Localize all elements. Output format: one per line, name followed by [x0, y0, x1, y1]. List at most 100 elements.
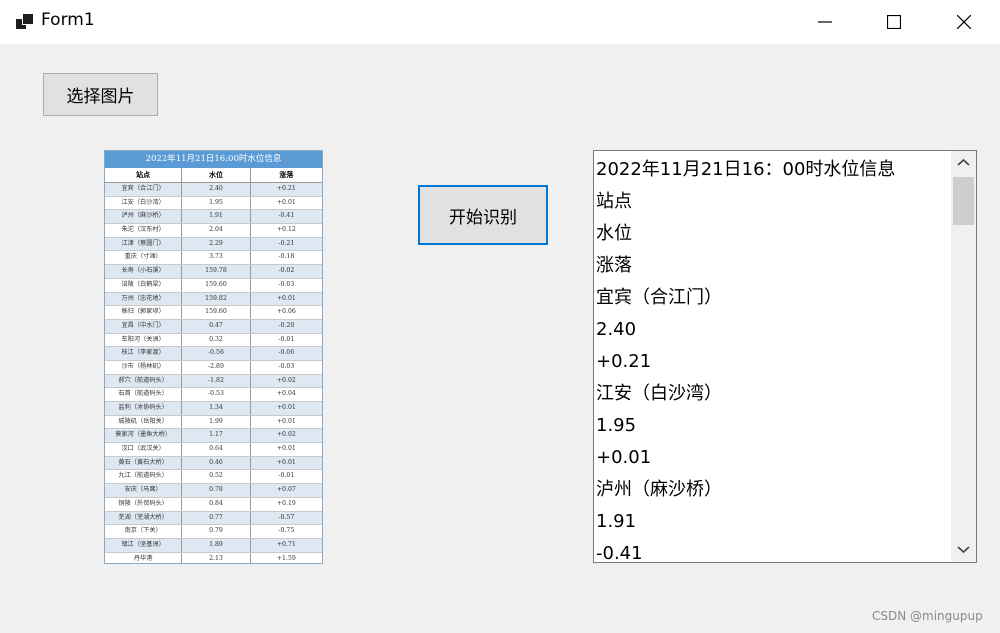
scroll-up-button[interactable] — [951, 151, 976, 175]
table-cell: +0.01 — [276, 458, 296, 466]
table-cell: +0.02 — [276, 376, 296, 384]
scroll-thumb[interactable] — [953, 177, 974, 225]
result-line: 站点 — [596, 191, 632, 212]
table-cell: +0.07 — [276, 486, 296, 494]
maximize-icon — [887, 15, 901, 29]
table-cell: 南京（下关） — [105, 525, 183, 538]
table-cell: 枝江（李家渡） — [105, 347, 183, 360]
table-cell: 郝穴（航道码头） — [105, 374, 183, 388]
table-row: 芜湖（芜湖大桥） 0.77 -0.57 — [105, 511, 322, 526]
table-row: 枝江（李家渡） -0.56 -0.06 — [105, 347, 322, 361]
table-cell: 1.95 — [182, 196, 251, 210]
table-cell: +0.06 — [276, 308, 296, 316]
table-cell: 镇江（坚基洲） — [105, 538, 183, 552]
scroll-down-button[interactable] — [951, 538, 976, 562]
chevron-down-icon — [957, 546, 970, 554]
table-row: 沙市（杨林矶） -2.89 -0.03 — [105, 360, 322, 375]
close-icon — [957, 15, 971, 29]
table-cell: 0.78 — [182, 484, 251, 497]
table-cell: 九江（航道码头） — [105, 470, 183, 484]
table-cell: 159.82 — [182, 292, 251, 306]
table-cell: 长寿（小石溪） — [105, 265, 183, 278]
table-cell: 1.17 — [182, 429, 251, 443]
table-row: 宜宾（合江门） 2.40 +0.21 — [105, 183, 322, 197]
result-line: 宜宾（合江门） — [596, 287, 722, 308]
start-recognition-button[interactable]: 开始识别 — [418, 185, 548, 245]
table-row: 南京（下关） 0.79 -0.75 — [105, 525, 322, 539]
table-cell: +0.01 — [276, 445, 296, 453]
title-bar: Form1 — [0, 0, 1000, 44]
result-line: -0.41 — [596, 543, 643, 563]
table-cell: 0.64 — [182, 443, 251, 456]
table-cell: +0.71 — [276, 540, 296, 548]
table-cell: 2.04 — [182, 224, 251, 237]
table-cell: +0.01 — [276, 417, 296, 425]
table-row: 宜昌（中水门） 0.47 -0.20 — [105, 319, 322, 334]
table-cell: 车阳河（关洲） — [105, 333, 183, 347]
table-cell: +0.02 — [276, 431, 296, 439]
table-cell: -0.75 — [278, 527, 295, 535]
table-cell: -0.02 — [278, 267, 295, 275]
table-row: 重庆（寸滩） 3.73 -0.18 — [105, 251, 322, 266]
result-textbox[interactable]: 2022年11月21日16：00时水位信息 站点 水位 涨落 宜宾（合江门） 2.40 +0… — [593, 150, 977, 563]
table-cell: 丹华港 — [105, 552, 183, 563]
table-cell: -0.20 — [278, 321, 295, 329]
table-row: 秭归（郭家坝） 159.60 +0.06 — [105, 306, 322, 320]
table-cell: 159.60 — [182, 306, 251, 319]
table-row: 汉口（武汉关） 0.64 +0.01 — [105, 443, 322, 457]
table-row: 铜陵（外贸码头） 0.84 +0.19 — [105, 497, 322, 512]
table-cell: 江津（蔡圆门） — [105, 237, 183, 251]
table-row: 石首（航道码头） -0.53 +0.04 — [105, 388, 322, 402]
table-cell: 2.29 — [182, 237, 251, 251]
table-cell: -0.01 — [278, 472, 295, 480]
close-button[interactable] — [931, 0, 997, 44]
app-icon — [14, 12, 34, 32]
table-cell: -0.56 — [182, 347, 251, 360]
result-line: +0.21 — [596, 351, 652, 372]
vertical-scrollbar[interactable] — [951, 151, 976, 562]
table-body: 宜宾（合江门） 2.40 +0.21 江安（白沙湾） 1.95 +0.01 泸州（麻沙桥） 1… — [105, 183, 322, 563]
table-cell: 0.77 — [182, 511, 251, 525]
table-cell: 1.89 — [182, 538, 251, 552]
table-cell: -0.53 — [182, 388, 251, 401]
maximize-button[interactable] — [861, 0, 927, 44]
table-row: 城陵矶（岳阳关） 1.99 +0.01 — [105, 415, 322, 430]
image-preview: 2022年11月21日16:00时水位信息 站点 水位 涨落 宜宾（合江门） 2.… — [104, 150, 323, 564]
table-row: 江安（白沙湾） 1.95 +0.01 — [105, 196, 322, 211]
table-cell: 汉口（武汉关） — [105, 443, 183, 456]
table-cell: -0.57 — [278, 513, 295, 521]
column-header: 涨落 — [279, 170, 294, 179]
table-cell: 1.34 — [182, 402, 251, 415]
table-cell: 0.46 — [182, 456, 251, 470]
minimize-button[interactable] — [792, 0, 858, 44]
result-line: 泸州（麻沙桥） — [596, 479, 722, 500]
chevron-up-icon — [957, 158, 970, 166]
table-cell: 黄石（黄石大桥） — [105, 456, 183, 470]
table-cell: 0.79 — [182, 525, 251, 538]
table-row: 监利（冰协码头） 1.34 +0.01 — [105, 402, 322, 416]
table-cell: 莫家河（墨鱼大桥） — [105, 429, 183, 443]
table-cell: 2.40 — [182, 183, 251, 196]
table-cell: 芜湖（芜湖大桥） — [105, 511, 183, 525]
result-line: 1.95 — [596, 415, 637, 436]
table-cell: +0.01 — [276, 404, 296, 411]
table-cell: 宜昌（中水门） — [105, 319, 183, 333]
table-row: 郝穴（航道码头） -1.82 +0.02 — [105, 374, 322, 389]
table-cell: -0.41 — [278, 212, 295, 220]
result-line: 2.40 — [596, 319, 637, 340]
table-row: 涪陵（白鹤梁） 159.60 -0.03 — [105, 278, 322, 293]
table-cell: -0.03 — [278, 362, 295, 370]
column-header: 站点 — [105, 168, 183, 182]
table-cell: -2.89 — [182, 360, 251, 374]
table-cell: 0.32 — [182, 333, 251, 347]
table-cell: 1.99 — [182, 415, 251, 429]
result-line: +0.01 — [596, 447, 652, 468]
table-cell: +0.01 — [276, 294, 296, 302]
select-image-button[interactable]: 选择图片 — [43, 73, 158, 116]
table-cell: 安庆（马窝） — [105, 484, 183, 497]
minimize-icon — [818, 21, 832, 23]
table-cell: -0.03 — [278, 280, 295, 288]
table-cell: +0.12 — [276, 226, 296, 234]
table-cell: 0.47 — [182, 319, 251, 333]
table-cell: +0.19 — [276, 499, 296, 507]
